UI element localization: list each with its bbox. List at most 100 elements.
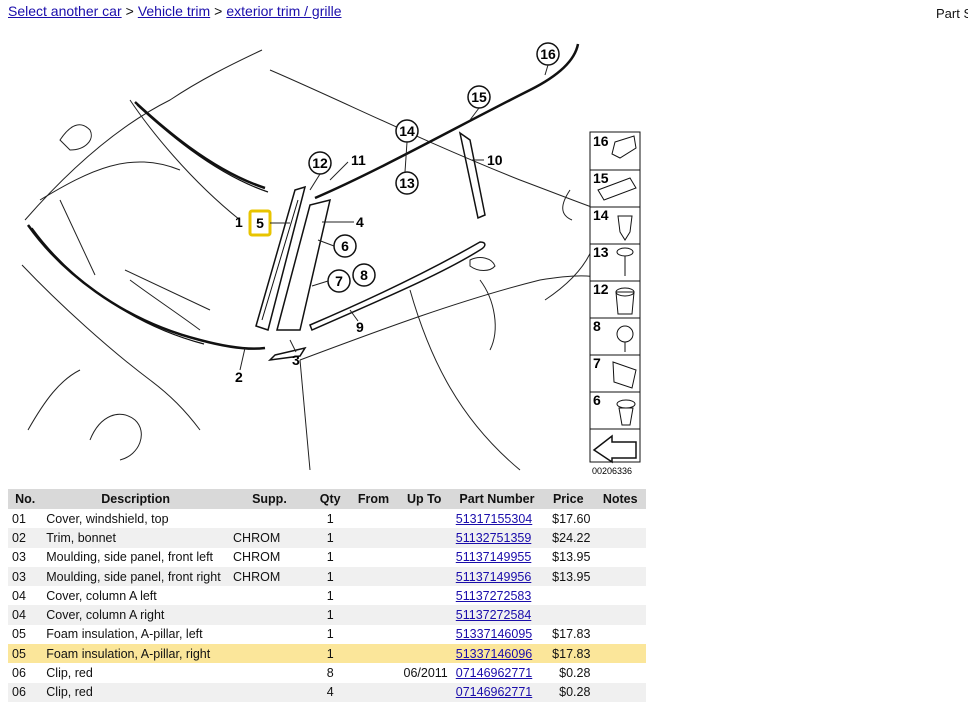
callout-1[interactable]: 1 xyxy=(235,214,243,230)
callout-15[interactable]: 15 xyxy=(467,85,491,109)
cell-description: Cover, windshield, top xyxy=(46,511,169,526)
cell-qty: 1 xyxy=(326,627,334,642)
part-search-label: Part S xyxy=(936,6,968,21)
breadcrumb-separator: > xyxy=(214,3,223,19)
part-number-link[interactable]: 51137272583 xyxy=(456,589,532,603)
cell-description: Cover, column A right xyxy=(42,605,230,625)
callout-12[interactable]: 12 xyxy=(308,151,332,175)
cell-no: 06 xyxy=(12,666,26,681)
cell-price: $17.83 xyxy=(542,644,595,664)
table-row[interactable]: 04 Cover, column A left 1 51137272583 xyxy=(8,586,646,605)
callout-4[interactable]: 4 xyxy=(356,214,364,230)
cell-from xyxy=(351,548,397,567)
part-number-link[interactable]: 07146962771 xyxy=(456,685,532,699)
col-header-description: Description xyxy=(42,489,230,509)
cell-from xyxy=(350,528,397,548)
cell-part[interactable]: 51132751359 xyxy=(451,528,543,548)
part-number-link[interactable]: 51132751359 xyxy=(456,531,532,545)
cell-supp: CHROM xyxy=(229,528,310,548)
breadcrumb-separator: > xyxy=(125,3,134,19)
cell-upto xyxy=(396,566,452,587)
cell-part[interactable]: 07146962771 xyxy=(451,682,543,702)
cell-description: Clip, red xyxy=(42,682,230,702)
cell-qty: 1 xyxy=(326,511,334,526)
cell-description: Moulding, side panel, front left xyxy=(46,550,214,565)
callout-3[interactable]: 3 xyxy=(292,352,300,368)
callout-13[interactable]: 13 xyxy=(395,171,419,195)
cell-part[interactable]: 51337146096 xyxy=(451,644,543,664)
cell-supp xyxy=(229,605,310,625)
cell-notes xyxy=(594,644,646,664)
cell-supp xyxy=(229,644,310,664)
cell-part[interactable]: 51337146095 xyxy=(452,625,542,644)
legend-label-13: 13 xyxy=(593,244,609,260)
legend-label-16: 16 xyxy=(593,133,609,149)
breadcrumb-link-select-car[interactable]: Select another car xyxy=(8,3,122,19)
cell-supp xyxy=(229,586,310,605)
breadcrumb-link-vehicle-trim[interactable]: Vehicle trim xyxy=(138,3,210,19)
cell-qty: 1 xyxy=(309,605,351,625)
cell-part[interactable]: 51137272583 xyxy=(452,586,542,605)
part-number-link[interactable]: 51137149956 xyxy=(456,570,532,584)
callout-5-highlighted[interactable]: 5 xyxy=(248,209,272,237)
cell-from xyxy=(351,625,397,644)
trim-parts-drawing xyxy=(26,43,580,362)
breadcrumb-link-exterior-trim[interactable]: exterior trim / grille xyxy=(226,3,341,19)
callout-6[interactable]: 6 xyxy=(333,234,357,258)
part-number-link[interactable]: 07146962771 xyxy=(456,666,532,680)
cell-part[interactable]: 51317155304 xyxy=(452,509,542,528)
cell-description: Cover, column A left xyxy=(46,588,157,603)
table-row[interactable]: 02 Trim, bonnet CHROM 1 51132751359 $24.22 xyxy=(8,528,646,548)
callout-9[interactable]: 9 xyxy=(356,319,364,335)
part-number-link[interactable]: 51137149955 xyxy=(456,550,532,564)
cell-qty: 1 xyxy=(326,588,334,603)
table-row[interactable]: 05 Foam insulation, A-pillar, right 1 51337… xyxy=(8,644,646,664)
callout-10[interactable]: 10 xyxy=(487,152,503,168)
callout-7[interactable]: 7 xyxy=(327,269,351,293)
cell-upto: 06/2011 xyxy=(403,666,448,681)
cell-upto xyxy=(397,625,452,644)
callout-2[interactable]: 2 xyxy=(235,369,243,385)
cell-notes xyxy=(594,566,646,587)
callout-11[interactable]: 11 xyxy=(351,152,366,168)
part-number-link[interactable]: 51337146095 xyxy=(456,627,532,641)
table-row[interactable]: 01 Cover, windshield, top 1 51317155304 $17.… xyxy=(8,509,646,528)
cell-notes xyxy=(594,682,646,702)
legend-label-8: 8 xyxy=(593,318,601,334)
cell-supp xyxy=(229,625,310,644)
svg-text:5: 5 xyxy=(256,215,264,231)
parts-table: No. Description Supp. Qty From Up To Par… xyxy=(8,489,646,702)
cell-upto xyxy=(396,528,452,548)
part-number-link[interactable]: 51337146096 xyxy=(456,647,532,661)
cell-qty: 1 xyxy=(326,550,334,565)
cell-qty: 1 xyxy=(309,566,351,587)
callout-16[interactable]: 16 xyxy=(536,42,560,66)
cell-part[interactable]: 07146962771 xyxy=(452,663,542,682)
legend-column: 16 15 14 13 12 8 7 6 00206336 xyxy=(589,131,641,476)
cell-part[interactable]: 51137149956 xyxy=(451,566,543,587)
cell-no: 03 xyxy=(8,566,43,587)
callout-8[interactable]: 8 xyxy=(352,263,376,287)
cell-upto xyxy=(396,605,452,625)
table-row[interactable]: 03 Moulding, side panel, front left CHROM 1… xyxy=(8,548,646,567)
cell-price: $24.22 xyxy=(542,528,595,548)
cell-part[interactable]: 51137272584 xyxy=(451,605,543,625)
table-row[interactable]: 03 Moulding, side panel, front right CHROM… xyxy=(8,566,646,587)
part-number-link[interactable]: 51137272584 xyxy=(456,608,532,622)
cell-price: $13.95 xyxy=(552,550,591,565)
cell-description: Trim, bonnet xyxy=(42,528,230,548)
callout-14[interactable]: 14 xyxy=(395,119,419,143)
table-row[interactable]: 04 Cover, column A right 1 51137272584 xyxy=(8,605,646,625)
svg-text:13: 13 xyxy=(399,175,415,191)
svg-text:8: 8 xyxy=(360,267,368,283)
cell-description: Foam insulation, A-pillar, left xyxy=(46,627,203,642)
part-number-link[interactable]: 51317155304 xyxy=(456,512,532,526)
table-row[interactable]: 06 Clip, red 4 07146962771 $0.28 xyxy=(8,682,646,702)
cell-no: 04 xyxy=(12,588,26,603)
cell-price: $0.28 xyxy=(542,682,595,702)
cell-part[interactable]: 51137149955 xyxy=(452,548,542,567)
cell-description: Clip, red xyxy=(46,666,93,681)
callout-circles: 16 15 14 13 12 6 7 8 xyxy=(308,42,560,293)
table-row[interactable]: 06 Clip, red 8 06/2011 07146962771 $0.28 xyxy=(8,663,646,682)
table-row[interactable]: 05 Foam insulation, A-pillar, left 1 513371… xyxy=(8,625,646,644)
